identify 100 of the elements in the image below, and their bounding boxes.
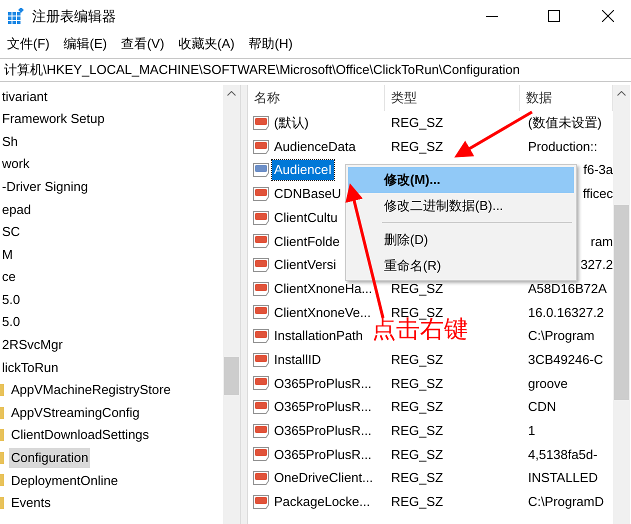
address-bar[interactable]: 计算机\HKEY_LOCAL_MACHINE\SOFTWARE\Microsoft\Office\ClickToRun\Configuration <box>0 58 631 82</box>
value-data: groove <box>528 376 568 391</box>
string-value-icon <box>253 447 269 462</box>
value-data: C:\ProgramD <box>528 494 604 510</box>
value-name[interactable]: AudienceI <box>272 160 334 180</box>
window-title: 注册表编辑器 <box>32 6 116 26</box>
value-type: REG_SZ <box>391 280 444 296</box>
value-data: INSTALLED <box>528 470 598 486</box>
scrollbar-thumb[interactable] <box>614 205 629 400</box>
close-icon <box>602 10 614 22</box>
string-value-icon <box>253 163 269 178</box>
string-value-icon <box>253 210 269 225</box>
value-type: REG_SZ <box>391 138 444 154</box>
tree-item[interactable]: AppVMachineRegistryStore <box>9 380 173 400</box>
value-name[interactable]: CDNBaseU <box>272 184 344 204</box>
tree-item[interactable]: lickToRun <box>0 358 60 378</box>
value-data: Production:: <box>528 138 598 154</box>
value-data: fficec <box>582 186 613 202</box>
scroll-up-icon[interactable] <box>617 91 626 96</box>
menu-item[interactable]: 修改二进制数据(B)... <box>348 192 574 218</box>
value-name[interactable]: ClientXnoneHa... <box>272 278 374 298</box>
menu-item[interactable]: 删除(D) <box>348 227 574 252</box>
tree-item[interactable]: AppVStreamingConfig <box>9 402 142 422</box>
value-data: A58D16B72A <box>528 280 607 296</box>
value-name[interactable]: PackageLocke... <box>272 492 372 512</box>
string-value-icon <box>253 494 269 509</box>
string-value-icon <box>253 400 269 414</box>
tree-item[interactable]: ClientDownloadSettings <box>9 425 152 445</box>
menu-item[interactable]: 查看(V) <box>114 32 172 56</box>
value-data: CDN <box>528 399 556 414</box>
registry-icon <box>8 8 24 24</box>
tree-item[interactable]: Events <box>9 493 53 513</box>
value-name[interactable]: OneDriveClient... <box>272 468 375 488</box>
value-data: (数值未设置) <box>528 115 602 130</box>
string-value-icon <box>253 329 269 344</box>
value-data: C:\Program <box>528 328 594 344</box>
value-data: 4,5138fa5d- <box>528 446 598 462</box>
value-data: 327.2 <box>580 257 613 272</box>
menu-item[interactable]: 修改(M)... <box>348 167 574 192</box>
value-data: 16.0.16327.2 <box>528 304 604 320</box>
tree-item[interactable]: DeploymentOnline <box>9 470 120 490</box>
tree-item[interactable]: 5.0 <box>0 290 22 310</box>
value-name[interactable]: (默认) <box>272 113 311 133</box>
maximize-icon <box>548 10 560 22</box>
value-data: 3CB49246-C <box>528 352 604 367</box>
string-value-icon <box>253 282 269 296</box>
column-header[interactable]: 类型 <box>385 85 520 111</box>
scrollbar[interactable] <box>613 85 630 524</box>
scroll-up-icon[interactable] <box>227 91 236 96</box>
folder-icon <box>0 474 4 486</box>
folder-icon <box>0 429 4 442</box>
value-type: REG_SZ <box>391 446 444 462</box>
menu-item[interactable]: 文件(F) <box>0 32 57 56</box>
menu-item[interactable]: 重命名(R) <box>348 252 574 278</box>
tree-item[interactable]: Framework Setup <box>0 109 107 129</box>
value-name[interactable]: ClientCultu <box>272 208 340 228</box>
value-type: REG_SZ <box>391 494 444 510</box>
scrollbar-thumb[interactable] <box>224 357 239 395</box>
tree-item[interactable]: -Driver Signing <box>0 176 90 196</box>
value-data: f6-3a <box>583 162 613 178</box>
column-header[interactable]: 名称 <box>248 85 385 111</box>
value-name[interactable]: ClientXnoneVe... <box>272 302 373 322</box>
value-name[interactable]: ClientVersi <box>272 255 338 275</box>
folder-icon <box>0 496 4 509</box>
tree-item[interactable]: ce <box>0 267 18 287</box>
value-data: ram <box>590 234 613 249</box>
folder-icon <box>0 406 4 419</box>
value-name[interactable]: InstallID <box>272 350 323 370</box>
tree-item[interactable]: 2RSvcMgr <box>0 335 65 355</box>
menu-item[interactable]: 编辑(E) <box>56 32 114 56</box>
string-value-icon <box>253 140 269 154</box>
value-name[interactable]: O365ProPlusR... <box>272 444 374 464</box>
string-value-icon <box>253 234 269 248</box>
value-name[interactable]: InstallationPath <box>272 326 365 346</box>
tree-item[interactable]: work <box>0 154 32 174</box>
value-type: REG_SZ <box>391 376 444 391</box>
scrollbar[interactable] <box>223 85 240 524</box>
tree-item[interactable]: 5.0 <box>0 312 22 332</box>
string-value-icon <box>253 376 269 390</box>
value-name[interactable]: O365ProPlusR... <box>272 421 374 441</box>
value-name[interactable]: O365ProPlusR... <box>272 374 374 394</box>
menu-item[interactable]: 帮助(H) <box>242 32 300 56</box>
value-name[interactable]: ClientFolde <box>272 232 342 252</box>
value-type: REG_SZ <box>391 423 444 438</box>
value-type: REG_SZ <box>391 399 444 414</box>
folder-icon <box>0 452 4 464</box>
tree-item[interactable]: SC <box>0 222 22 242</box>
tree-item[interactable]: Sh <box>0 132 20 152</box>
folder-icon <box>0 384 4 396</box>
menu-item[interactable]: 收藏夹(A) <box>171 32 242 56</box>
string-value-icon <box>253 305 269 320</box>
value-name[interactable]: AudienceData <box>272 136 358 156</box>
value-name[interactable]: O365ProPlusR... <box>272 397 374 417</box>
string-value-icon <box>253 116 269 130</box>
tree-item[interactable]: epad <box>0 200 33 220</box>
tree-item[interactable]: Configuration <box>9 448 90 468</box>
string-value-icon <box>253 352 269 367</box>
tree-item[interactable]: tivariant <box>0 86 50 106</box>
string-value-icon <box>253 424 269 438</box>
tree-item[interactable]: M <box>0 244 15 264</box>
